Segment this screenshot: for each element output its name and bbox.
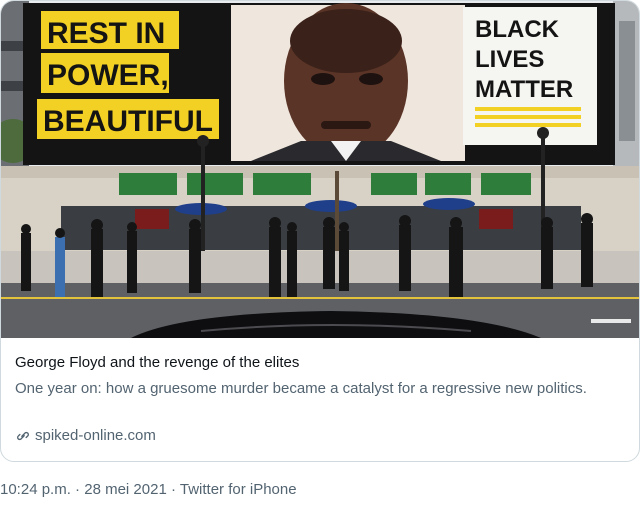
- card-text-area[interactable]: George Floyd and the revenge of the elit…: [1, 338, 639, 461]
- blm-text-line-3: MATTER: [475, 76, 573, 103]
- meta-separator-1: ·: [70, 481, 85, 498]
- tweet-source[interactable]: Twitter for iPhone: [180, 481, 297, 498]
- meta-separator-2: ·: [166, 481, 180, 498]
- billboard-text-line-2: POWER,: [47, 59, 169, 92]
- tweet-time[interactable]: 10:24 p.m.: [0, 481, 71, 498]
- blm-text-line-1: BLACK: [475, 16, 560, 43]
- card-description: One year on: how a gruesome murder becam…: [15, 380, 587, 397]
- link-card[interactable]: REST IN POWER, BEAUTIFUL BLACK LIVES MAT…: [0, 0, 640, 462]
- blm-text-line-2: LIVES: [475, 46, 544, 73]
- card-title[interactable]: George Floyd and the revenge of the elit…: [15, 354, 299, 371]
- tweet-date[interactable]: 28 mei 2021: [84, 481, 167, 498]
- billboard-text-line-3: BEAUTIFUL: [43, 105, 213, 138]
- card-image[interactable]: REST IN POWER, BEAUTIFUL BLACK LIVES MAT…: [1, 1, 639, 338]
- link-icon: [15, 428, 31, 444]
- card-domain-text[interactable]: spiked-online.com: [35, 427, 156, 444]
- card-domain[interactable]: spiked-online.com: [15, 427, 156, 444]
- billboard-text-line-1: REST IN: [47, 17, 165, 50]
- tweet-meta: 10:24 p.m. · 28 mei 2021 · Twitter for i…: [0, 481, 297, 498]
